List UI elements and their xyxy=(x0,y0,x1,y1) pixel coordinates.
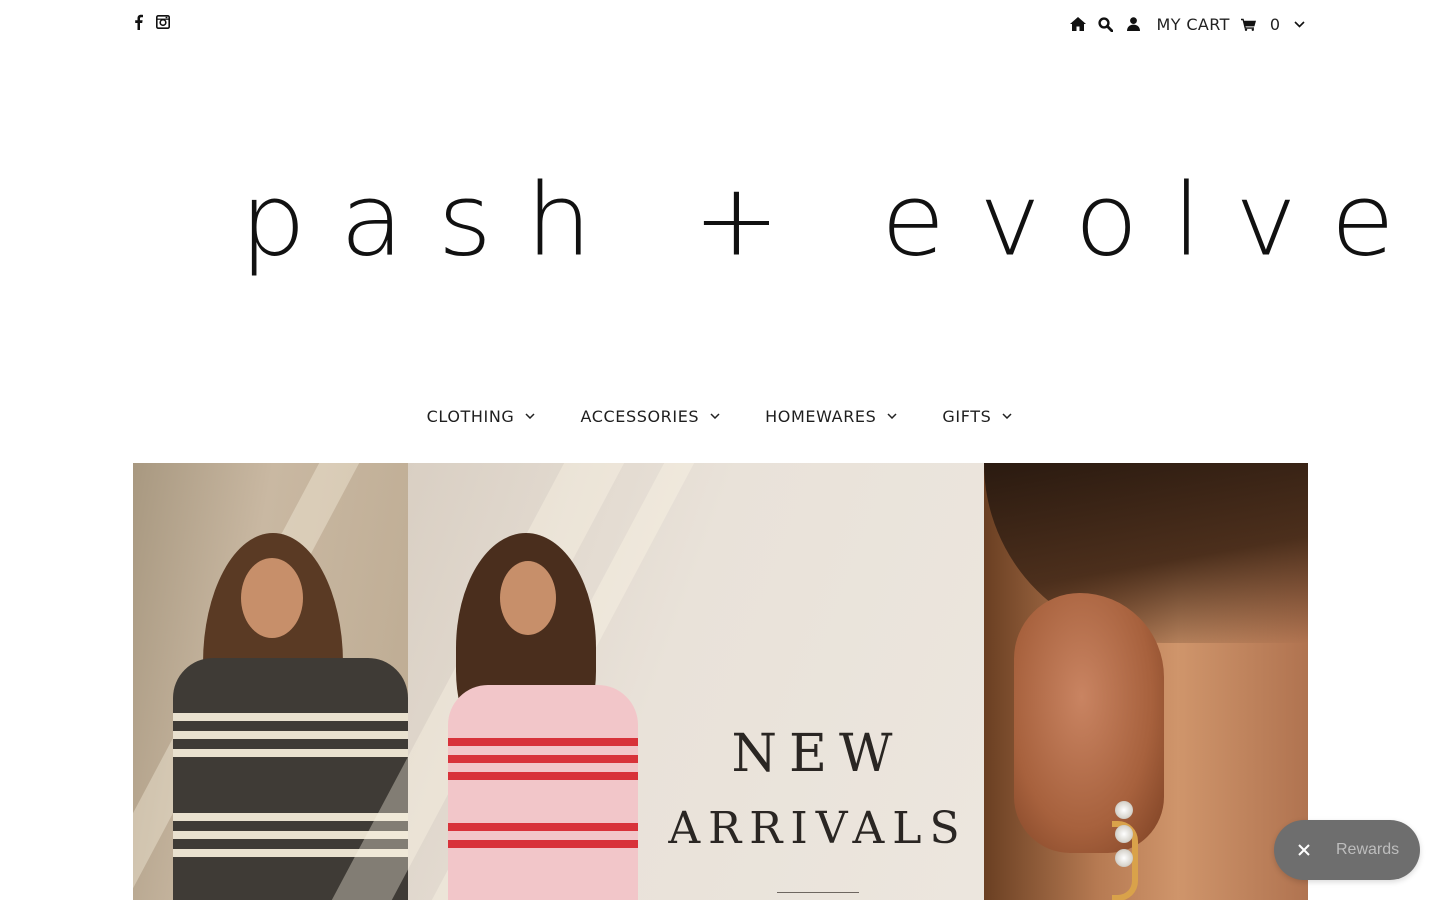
nav-label: HOMEWARES xyxy=(765,406,877,426)
nav-item-accessories[interactable]: ACCESSORIES xyxy=(580,400,721,432)
nav-item-clothing[interactable]: CLOTHING xyxy=(427,400,537,432)
utility-nav: MY CART 0 xyxy=(1059,13,1309,35)
site-logo[interactable]: pash + evolve xyxy=(240,150,1395,290)
social-links xyxy=(131,14,170,30)
close-icon[interactable] xyxy=(1294,840,1314,860)
rewards-launcher[interactable]: Rewards xyxy=(1274,820,1420,880)
instagram-icon[interactable] xyxy=(156,14,170,30)
account-icon[interactable] xyxy=(1125,15,1143,33)
chevron-down-icon xyxy=(524,410,536,422)
cart-icon[interactable] xyxy=(1240,15,1258,33)
nav-label: GIFTS xyxy=(942,406,992,426)
hero-headline-new: NEW xyxy=(731,724,905,784)
home-icon[interactable] xyxy=(1069,15,1087,33)
chevron-down-icon xyxy=(709,410,721,422)
cart-count: 0 xyxy=(1269,14,1280,34)
hero-banner[interactable]: NEW ARRIVALS xyxy=(133,463,1308,900)
hero-divider xyxy=(777,892,859,893)
logo-text: pash + evolve xyxy=(240,161,1429,279)
search-icon[interactable] xyxy=(1097,15,1115,33)
cart-link[interactable]: MY CART xyxy=(1157,15,1230,34)
nav-label: CLOTHING xyxy=(426,406,515,426)
hero-headline-arrivals: ARRIVALS xyxy=(668,803,968,854)
nav-item-homewares[interactable]: HOMEWARES xyxy=(765,400,898,432)
nav-item-gifts[interactable]: GIFTS xyxy=(942,400,1013,432)
nav-label: ACCESSORIES xyxy=(580,406,700,426)
chevron-down-icon xyxy=(1001,410,1013,422)
facebook-icon[interactable] xyxy=(131,14,145,30)
main-nav: CLOTHING ACCESSORIES HOMEWARES GIFTS xyxy=(0,400,1440,432)
hero-headline: NEW ARRIVALS xyxy=(653,718,983,893)
top-bar: MY CART 0 xyxy=(0,0,1440,48)
chevron-down-icon xyxy=(886,410,898,422)
rewards-label: Rewards xyxy=(1336,841,1400,858)
earring-image xyxy=(1112,801,1138,900)
hero-image-right xyxy=(984,463,1308,900)
chevron-down-icon[interactable] xyxy=(1290,15,1308,33)
